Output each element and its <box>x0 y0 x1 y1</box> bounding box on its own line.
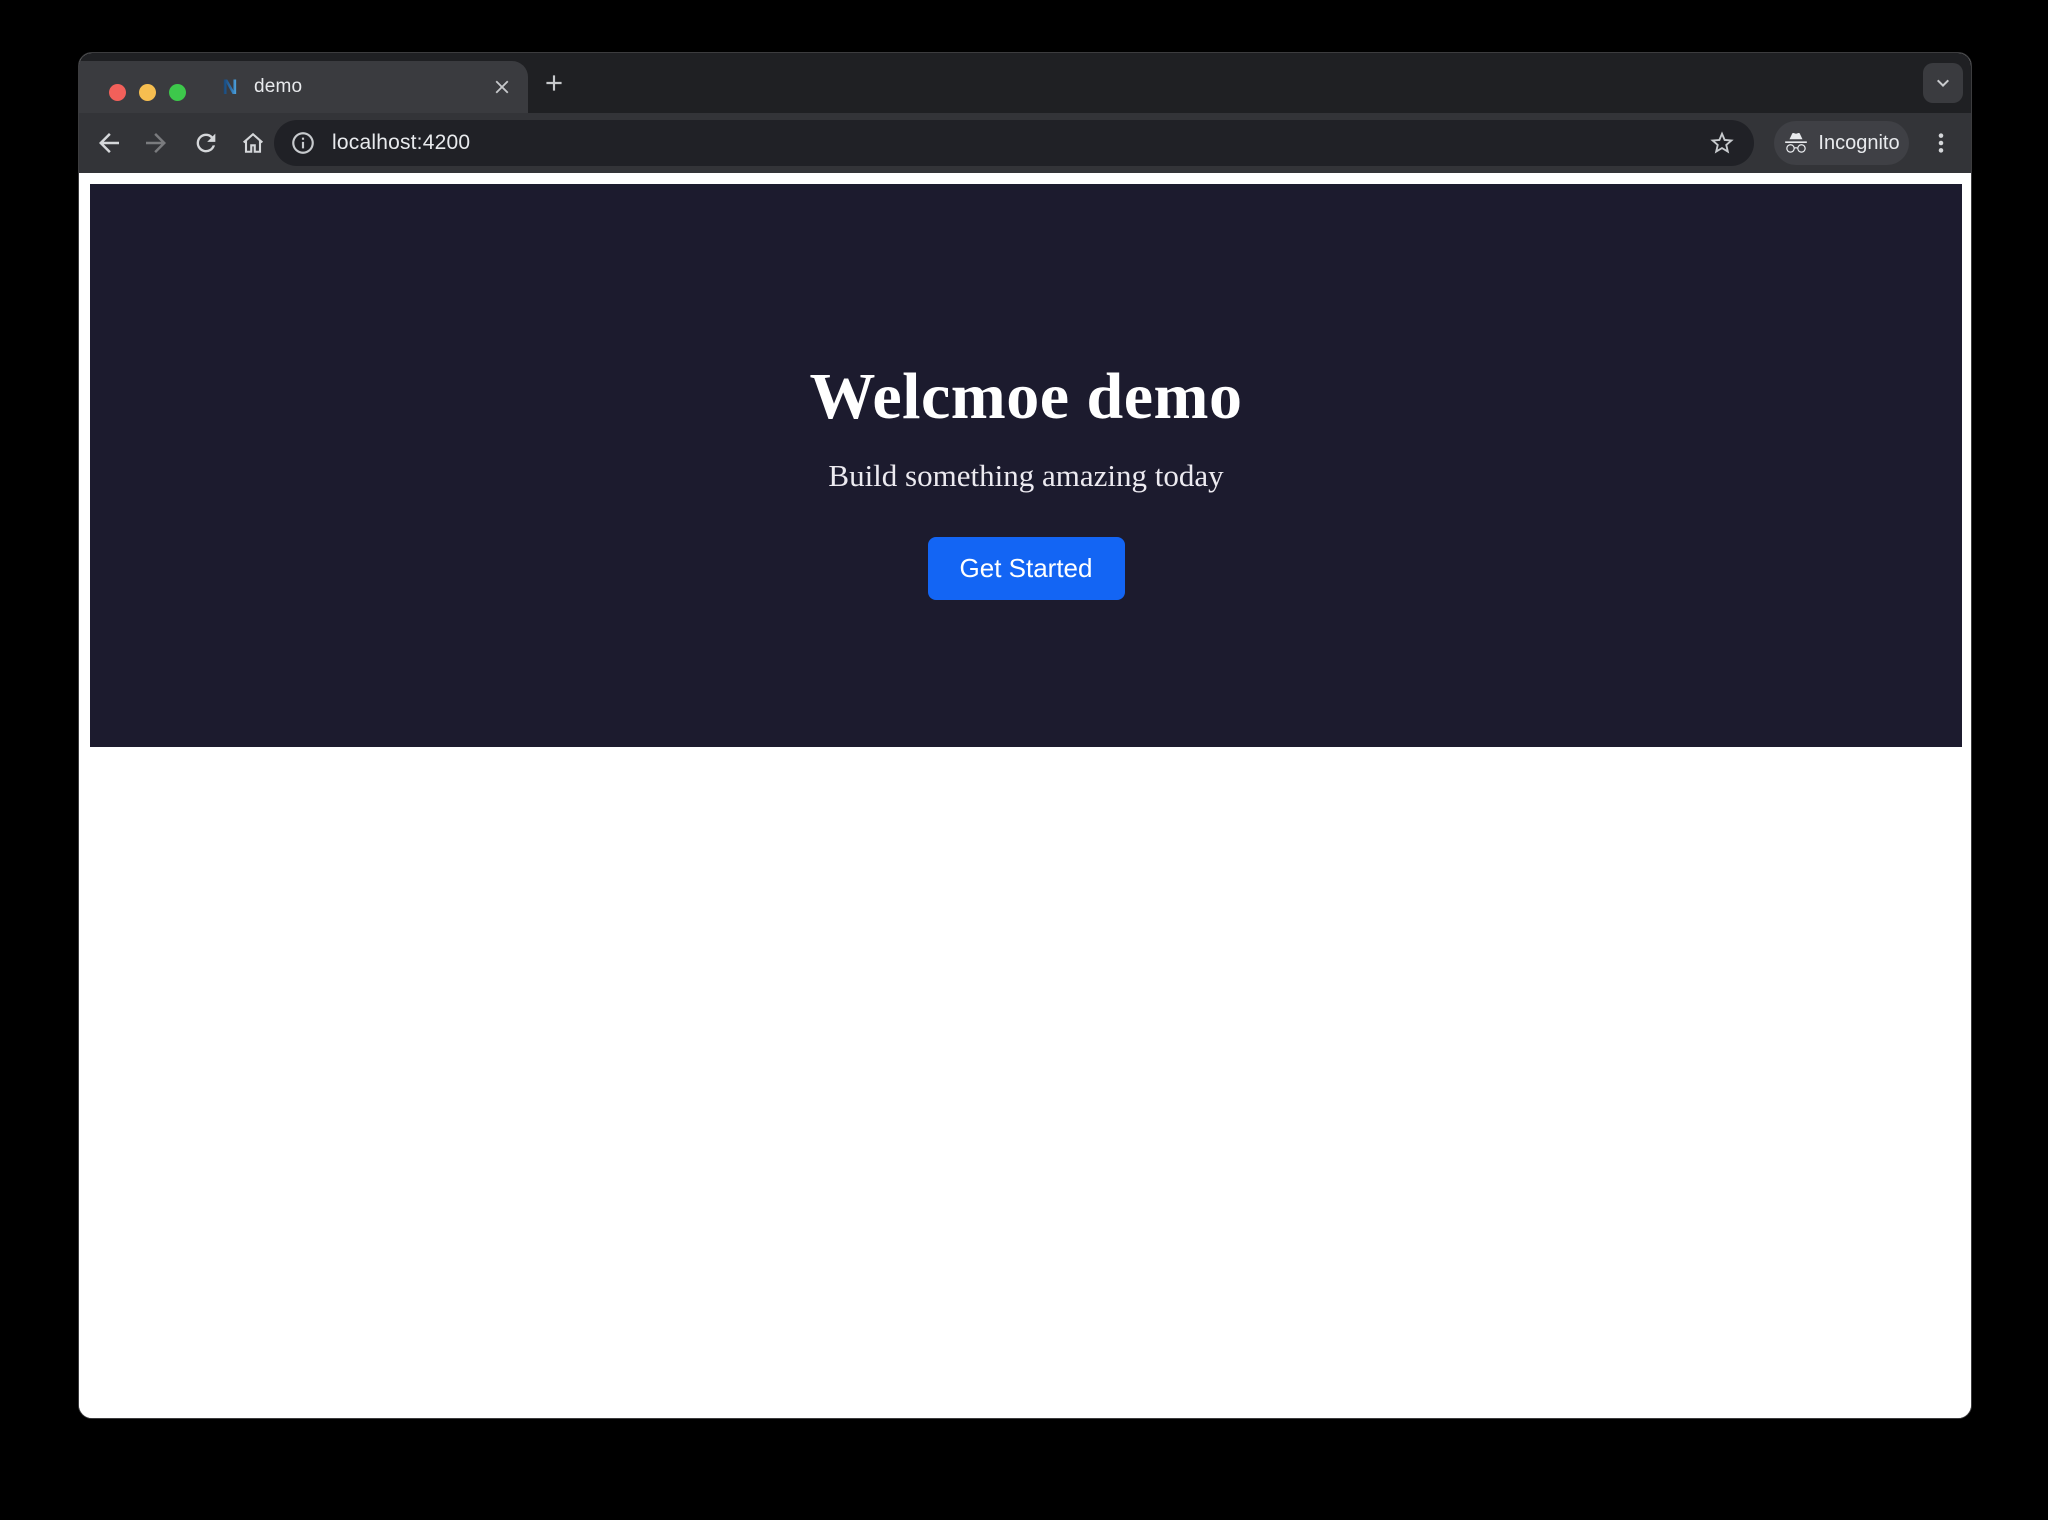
site-info-icon[interactable] <box>290 130 316 156</box>
tab-search-button[interactable] <box>1923 63 1963 103</box>
close-icon <box>491 76 513 98</box>
incognito-icon <box>1783 130 1809 156</box>
incognito-label: Incognito <box>1818 132 1899 155</box>
home-icon <box>239 129 267 157</box>
tab-favicon-icon: N <box>218 75 242 99</box>
home-button[interactable] <box>233 123 273 163</box>
tab-title: demo <box>254 76 486 98</box>
titlebar: N demo <box>79 61 528 113</box>
page-content: Welcmoe demo Build something amazing tod… <box>79 173 1971 1419</box>
minimize-window-button[interactable] <box>139 84 156 101</box>
forward-arrow-icon <box>141 128 171 158</box>
star-icon <box>1708 129 1736 157</box>
browser-toolbar: localhost:4200 Incognito <box>79 113 1971 173</box>
address-bar[interactable]: localhost:4200 <box>274 120 1754 166</box>
bookmark-button[interactable] <box>1704 125 1740 161</box>
browser-window: N demo <box>78 52 1972 1419</box>
get-started-button[interactable]: Get Started <box>928 537 1125 600</box>
forward-button[interactable] <box>136 123 176 163</box>
browser-menu-button[interactable] <box>1921 123 1961 163</box>
back-arrow-icon <box>94 128 124 158</box>
reload-icon <box>192 129 220 157</box>
tab-strip: N demo <box>79 53 1971 113</box>
new-tab-button[interactable] <box>534 63 574 103</box>
reload-button[interactable] <box>186 123 226 163</box>
traffic-lights <box>109 84 186 101</box>
tab-close-button[interactable] <box>486 71 518 103</box>
hero-title: Welcmoe demo <box>809 362 1242 431</box>
hero-section: Welcmoe demo Build something amazing tod… <box>90 184 1962 747</box>
close-window-button[interactable] <box>109 84 126 101</box>
url-text[interactable]: localhost:4200 <box>332 131 1704 155</box>
incognito-badge: Incognito <box>1774 121 1909 165</box>
hero-subtitle: Build something amazing today <box>828 458 1223 494</box>
tab-demo[interactable]: N demo <box>202 61 528 113</box>
svg-text:N: N <box>222 76 237 99</box>
plus-icon <box>541 70 567 96</box>
three-dots-icon <box>1928 130 1954 156</box>
maximize-window-button[interactable] <box>169 84 186 101</box>
back-button[interactable] <box>89 123 129 163</box>
chevron-down-icon <box>1931 71 1955 95</box>
